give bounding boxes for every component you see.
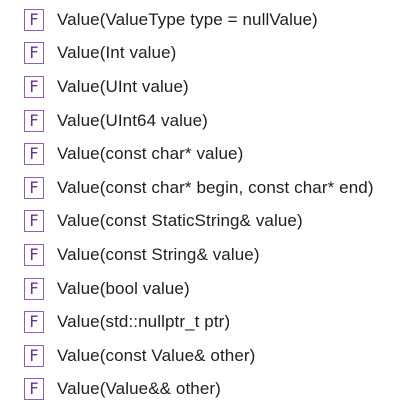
function-item-range-ctor[interactable]: F Value(const char* begin, const char* e…	[24, 171, 374, 205]
function-signature[interactable]: Value(Int value)	[57, 43, 176, 63]
function-badge-icon: F	[24, 176, 44, 199]
function-badge-icon: F	[24, 75, 44, 98]
function-badge-icon: F	[24, 210, 44, 233]
function-item-nullptr-ctor[interactable]: F Value(std::nullptr_t ptr)	[24, 305, 374, 339]
function-signature[interactable]: Value(bool value)	[57, 279, 190, 299]
function-signature[interactable]: Value(const char* begin, const char* end…	[57, 178, 374, 198]
function-badge-icon: F	[24, 378, 44, 401]
function-item-cstring-ctor[interactable]: F Value(const char* value)	[24, 137, 374, 171]
function-badge-icon: F	[24, 277, 44, 300]
function-item-staticstring-ctor[interactable]: F Value(const StaticString& value)	[24, 205, 374, 239]
function-signature[interactable]: Value(UInt value)	[57, 77, 189, 97]
function-list: F Value(ValueType type = nullValue) F Va…	[24, 3, 374, 406]
function-signature[interactable]: Value(ValueType type = nullValue)	[57, 10, 318, 30]
function-signature[interactable]: Value(const Value& other)	[57, 346, 255, 366]
function-badge-icon: F	[24, 109, 44, 132]
function-badge-icon: F	[24, 42, 44, 65]
function-badge-icon: F	[24, 143, 44, 166]
function-signature[interactable]: Value(std::nullptr_t ptr)	[57, 312, 230, 332]
function-item-bool-ctor[interactable]: F Value(bool value)	[24, 272, 374, 306]
function-item-string-ctor[interactable]: F Value(const String& value)	[24, 238, 374, 272]
function-badge-icon: F	[24, 344, 44, 367]
function-badge-icon: F	[24, 8, 44, 31]
function-item-int-ctor[interactable]: F Value(Int value)	[24, 37, 374, 71]
function-item-copy-ctor[interactable]: F Value(const Value& other)	[24, 339, 374, 373]
function-signature[interactable]: Value(const StaticString& value)	[57, 211, 303, 231]
function-item-uint-ctor[interactable]: F Value(UInt value)	[24, 70, 374, 104]
function-badge-icon: F	[24, 311, 44, 334]
function-signature[interactable]: Value(const char* value)	[57, 144, 243, 164]
function-signature[interactable]: Value(UInt64 value)	[57, 111, 208, 131]
function-signature[interactable]: Value(Value&& other)	[57, 379, 221, 399]
function-signature[interactable]: Value(const String& value)	[57, 245, 260, 265]
function-item-uint64-ctor[interactable]: F Value(UInt64 value)	[24, 104, 374, 138]
function-item-move-ctor[interactable]: F Value(Value&& other)	[24, 373, 374, 406]
function-item-default-ctor[interactable]: F Value(ValueType type = nullValue)	[24, 3, 374, 37]
function-badge-icon: F	[24, 243, 44, 266]
